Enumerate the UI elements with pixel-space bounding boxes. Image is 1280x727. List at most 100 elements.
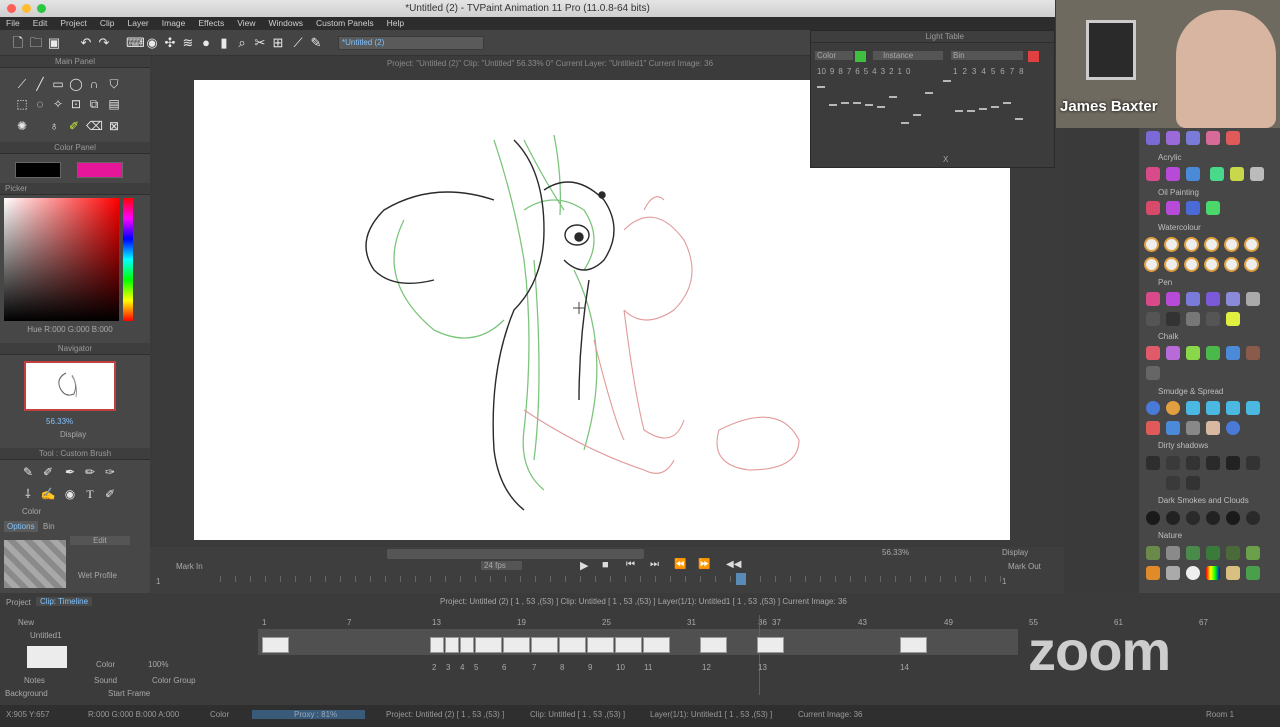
timeline-frame[interactable] (503, 637, 530, 653)
lt-bin-select[interactable]: Bin (951, 51, 1023, 60)
pen-brush-icon[interactable] (1226, 292, 1240, 306)
acrylic-brush-icon[interactable] (1166, 167, 1180, 181)
shadow-brush-icon[interactable] (1226, 456, 1240, 470)
lt-opacity-sliders[interactable] (815, 79, 1051, 151)
keyboard-icon[interactable]: ⌨ (126, 35, 145, 51)
menu-windows[interactable]: Windows (262, 17, 309, 30)
layer-thumbnail[interactable] (27, 646, 67, 668)
lt-color-red-swatch[interactable] (1028, 51, 1039, 62)
freehand-line-icon[interactable]: ⟋ (14, 76, 30, 92)
open-folder-icon[interactable]: 🗀 (28, 35, 44, 51)
edit-button[interactable]: Edit (70, 536, 130, 545)
notes-tab[interactable]: Notes (24, 676, 45, 685)
undo-icon[interactable]: ↶ (78, 35, 94, 51)
smudge-brush-icon[interactable] (1246, 401, 1260, 415)
nature-brush-icon[interactable] (1146, 566, 1160, 580)
lt-color-green-swatch[interactable] (855, 51, 866, 62)
pen-brush-icon[interactable] (1166, 292, 1180, 306)
watercolour-brush-icon[interactable] (1224, 237, 1239, 252)
grid-icon[interactable]: ⊞ (270, 35, 286, 51)
pen-brush-icon[interactable] (1146, 312, 1160, 326)
smudge-brush-icon[interactable] (1226, 401, 1240, 415)
layer-name[interactable]: Untitled1 (30, 631, 62, 640)
section-oil-painting[interactable]: Oil Painting (1158, 188, 1199, 197)
oil-brush-icon[interactable] (1206, 201, 1220, 215)
smudge-brush-icon[interactable] (1226, 421, 1240, 435)
save-icon[interactable]: ▣ (46, 35, 62, 51)
nature-brush-icon[interactable] (1206, 566, 1220, 580)
frame-slider[interactable] (220, 576, 1010, 582)
prev-key-icon[interactable]: ◀◀ (726, 559, 741, 570)
watercolour-brush-icon[interactable] (1224, 257, 1239, 272)
chalk-brush-icon[interactable] (1206, 346, 1220, 360)
curve-tool-icon[interactable]: ∩ (86, 76, 102, 92)
color-group-tab[interactable]: Color Group (152, 676, 196, 685)
forward-icon[interactable]: ⏩ (698, 559, 710, 570)
primary-color-swatch[interactable] (15, 162, 61, 178)
text-tool-icon[interactable]: T (82, 486, 98, 502)
watercolour-brush-icon[interactable] (1164, 237, 1179, 252)
pen-brush-icon[interactable] (1166, 312, 1180, 326)
section-nature[interactable]: Nature (1158, 531, 1182, 540)
timeline-frame[interactable] (460, 637, 474, 653)
oil-brush-icon[interactable] (1186, 201, 1200, 215)
warp-grid-icon[interactable]: ⊠ (106, 118, 122, 134)
display-mode[interactable]: Display (1002, 548, 1028, 557)
acrylic-brush-icon[interactable] (1230, 167, 1244, 181)
pen-brush-icon[interactable] (1206, 292, 1220, 306)
sound-tab[interactable]: Sound (94, 676, 117, 685)
menu-clip[interactable]: Clip (94, 17, 122, 30)
acrylic-brush-icon[interactable] (1146, 167, 1160, 181)
timeline-frame[interactable] (475, 637, 502, 653)
section-chalk[interactable]: Chalk (1158, 332, 1178, 341)
timeline-frame[interactable] (559, 637, 586, 653)
hue-slider[interactable] (123, 198, 133, 321)
nature-brush-icon[interactable] (1146, 546, 1160, 560)
smoke-brush-icon[interactable] (1226, 511, 1240, 525)
smudge-brush-icon[interactable] (1206, 421, 1220, 435)
timeline-project-tab[interactable]: Project (6, 598, 31, 607)
navigator-display[interactable]: Display (60, 430, 86, 439)
chalk-brush-icon[interactable] (1246, 346, 1260, 360)
brush-custom-icon[interactable]: ✐ (102, 486, 118, 502)
shadow-brush-icon[interactable] (1146, 456, 1160, 470)
nature-brush-icon[interactable] (1226, 566, 1240, 580)
background-label[interactable]: Background (5, 689, 48, 698)
status-proxy[interactable]: Proxy : 81% (252, 710, 366, 719)
start-frame-label[interactable]: Start Frame (108, 689, 150, 698)
oil-brush-icon[interactable] (1166, 201, 1180, 215)
minimize-window-button[interactable] (22, 4, 31, 13)
section-watercolour[interactable]: Watercolour (1158, 223, 1201, 232)
status-room[interactable]: Room 1 (1206, 710, 1234, 719)
timeline-frame[interactable] (445, 637, 459, 653)
timeline-frame[interactable] (587, 637, 614, 653)
mark-out-label[interactable]: Mark Out (1008, 562, 1041, 571)
eyedropper-icon[interactable]: ♁ (46, 118, 62, 134)
smudge-brush-icon[interactable] (1146, 401, 1160, 415)
menu-layer[interactable]: Layer (121, 17, 155, 30)
timeline-frame[interactable] (700, 637, 727, 653)
nature-brush-icon[interactable] (1246, 546, 1260, 560)
timeline-frame[interactable] (757, 637, 784, 653)
document-tab[interactable]: *Untitled (2) (338, 36, 484, 50)
shadow-brush-icon[interactable] (1166, 476, 1180, 490)
transform-icon[interactable]: ⊡ (68, 96, 84, 112)
section-dirty-shadows[interactable]: Dirty shadows (1158, 441, 1208, 450)
lightbulb-icon[interactable]: ● (198, 35, 214, 51)
ellipse-tool-icon[interactable]: ◯ (68, 76, 84, 92)
bin-tab[interactable]: Bin (40, 521, 58, 532)
fill-tool-icon[interactable]: ⛉ (106, 76, 122, 92)
brush-chalk-icon[interactable]: ✏ (82, 464, 98, 480)
nature-brush-icon[interactable] (1206, 546, 1220, 560)
camera-icon[interactable]: ▤ (106, 96, 122, 112)
acrylic-brush-icon[interactable] (1210, 167, 1224, 181)
select-lasso-icon[interactable]: ◌ (32, 96, 48, 112)
section-smudge-spread[interactable]: Smudge & Spread (1158, 387, 1223, 396)
shadow-brush-icon[interactable] (1186, 476, 1200, 490)
tools-icon[interactable]: ✣ (162, 35, 178, 51)
eraser-icon[interactable]: ⌫ (86, 118, 103, 134)
timeline-frame[interactable] (615, 637, 642, 653)
horizontal-scrollbar[interactable] (387, 549, 644, 559)
timeline-clip-tab[interactable]: Clip: Timeline (36, 597, 93, 606)
chalk-brush-icon[interactable] (1226, 346, 1240, 360)
